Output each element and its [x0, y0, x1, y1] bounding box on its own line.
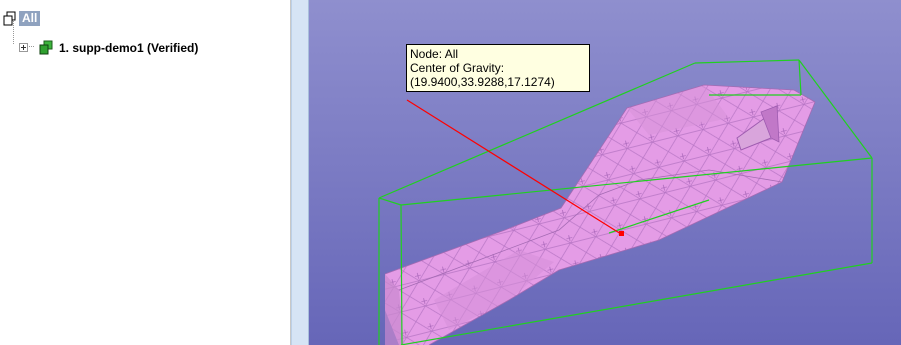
- tooltip-node-line: Node: All: [410, 47, 459, 61]
- cog-marker[interactable]: [619, 231, 624, 236]
- 3d-viewport[interactable]: [309, 0, 901, 345]
- model-tree-panel: All 1. supp-demo1 (Verified): [0, 0, 291, 345]
- tree-item-label[interactable]: 1. supp-demo1 (Verified): [59, 41, 198, 55]
- part-green-icon: [39, 40, 53, 55]
- cog-tooltip: Node: All Center of Gravity: (19.9400,33…: [406, 44, 590, 92]
- panel-splitter[interactable]: [291, 0, 309, 345]
- tree-root-row[interactable]: All: [3, 11, 41, 26]
- expand-plus-icon[interactable]: [19, 43, 28, 52]
- tooltip-cog-value: (19.9400,33.9288,17.1274): [410, 75, 555, 89]
- model-stack-icon: [3, 11, 16, 26]
- tree-item-supp-demo1[interactable]: 1. supp-demo1 (Verified): [19, 40, 198, 55]
- mesh-scene: [309, 0, 901, 345]
- tree-connector: [13, 20, 14, 44]
- tooltip-cog-label: Center of Gravity:: [410, 61, 505, 75]
- tree-root-label[interactable]: All: [19, 11, 41, 26]
